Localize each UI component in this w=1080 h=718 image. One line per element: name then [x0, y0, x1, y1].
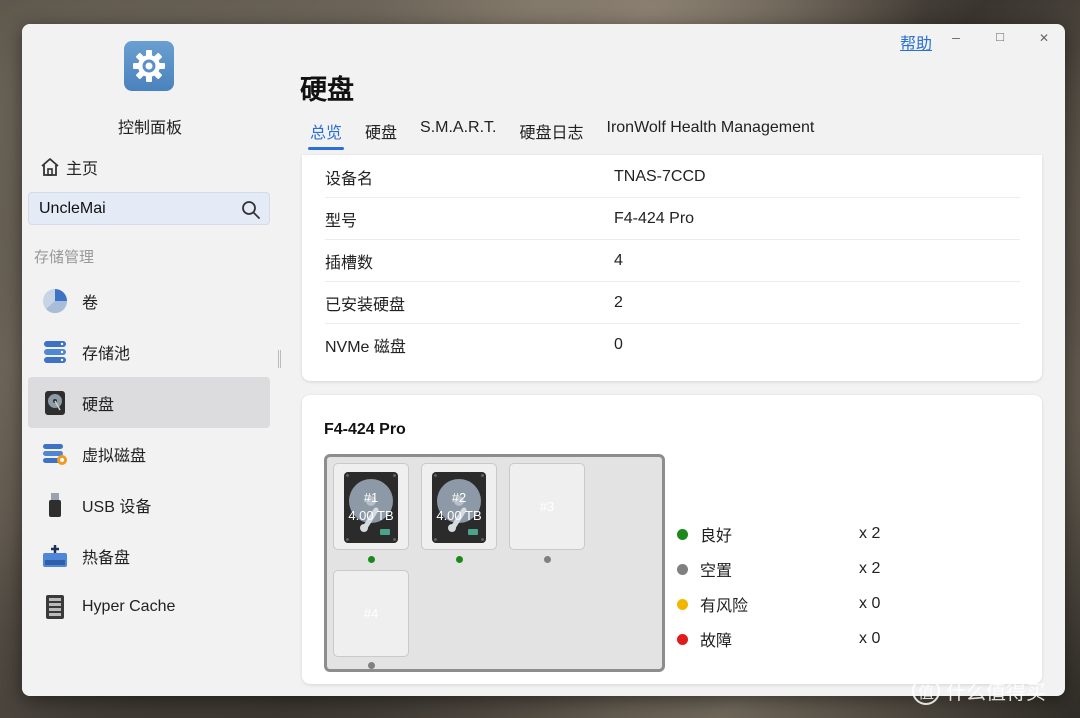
- info-key: 设备名: [325, 170, 374, 188]
- sidebar-item-usb[interactable]: USB 设备: [28, 479, 270, 530]
- database-icon: [42, 339, 68, 365]
- legend-at-risk: 有风险 x 0: [677, 593, 897, 615]
- bay-1-status-dot: [368, 556, 375, 563]
- watermark-logo-icon: 值: [912, 676, 940, 705]
- info-key: 已安装硬盘: [325, 296, 406, 314]
- sidebar-item-label: 卷: [82, 294, 99, 312]
- tab-bar: 总览 硬盘 S.M.A.R.T. 硬盘日志 IronWolf Health Ma…: [307, 119, 837, 150]
- device-info-card: 设备名 TNAS-7CCD 型号 F4-424 Pro 插槽数 4 已安装硬盘 …: [302, 155, 1042, 381]
- tab-smart[interactable]: S.M.A.R.T.: [420, 119, 496, 150]
- disk-size: 4.00 TB: [436, 508, 482, 523]
- legend-label: 有风险: [700, 598, 749, 615]
- info-key: NVMe 磁盘: [325, 339, 406, 356]
- tab-overview[interactable]: 总览: [307, 119, 345, 150]
- info-value: 0: [614, 336, 623, 353]
- sidebar-item-hyper-cache[interactable]: Hyper Cache: [28, 581, 270, 632]
- legend-label: 故障: [700, 633, 733, 650]
- legend-label: 空置: [700, 563, 733, 580]
- ssd-icon: [42, 594, 68, 620]
- search-value: UncleMai: [39, 199, 106, 217]
- info-row-model: 型号 F4-424 Pro: [325, 198, 1020, 240]
- bay-3-status-dot: [544, 556, 551, 563]
- info-value: 2: [614, 293, 623, 311]
- red-dot-icon: [677, 633, 688, 645]
- control-panel-window: 控制面板 主页 UncleMai 存储管理 卷 存储池 硬盘 虚拟磁盘 USB …: [22, 24, 1065, 696]
- bay-number: #3: [539, 499, 555, 514]
- search-input[interactable]: UncleMai: [28, 192, 270, 225]
- control-panel-gear-icon: [124, 41, 174, 91]
- nas-chassis: #1 4.00 TB #2 4.00 TB #3 #4: [324, 454, 665, 672]
- sidebar-item-hard-disk[interactable]: 硬盘: [28, 377, 270, 428]
- sidebar-item-label: 硬盘: [82, 396, 115, 414]
- home-icon: [41, 158, 59, 176]
- sidebar-item-volume[interactable]: 卷: [28, 275, 270, 326]
- info-value: TNAS-7CCD: [614, 167, 706, 185]
- gray-dot-icon: [677, 563, 688, 575]
- sidebar-item-home[interactable]: 主页: [40, 155, 98, 179]
- pie-chart-icon: [42, 288, 68, 314]
- sidebar-item-label: 热备盘: [82, 549, 131, 567]
- bay-number: #1: [363, 490, 379, 505]
- legend-count: x 0: [859, 595, 881, 612]
- info-value: 4: [614, 251, 623, 269]
- sidebar-item-label: 存储池: [82, 345, 131, 363]
- legend-count: x 2: [859, 560, 881, 577]
- hard-disk-icon: [42, 390, 68, 416]
- sidebar-item-virtual-disk[interactable]: 虚拟磁盘: [28, 428, 270, 479]
- info-row-nvme: NVMe 磁盘 0: [325, 324, 1020, 366]
- info-row-installed-disks: 已安装硬盘 2: [325, 282, 1020, 324]
- green-dot-icon: [677, 528, 688, 540]
- watermark: 值 什么值得买: [912, 676, 1046, 705]
- legend-count: x 0: [859, 630, 881, 647]
- app-title: 控制面板: [117, 120, 182, 137]
- bay-2-status-dot: [456, 556, 463, 563]
- sidebar-item-label: USB 设备: [82, 498, 152, 516]
- storage-nav: 卷 存储池 硬盘 虚拟磁盘 USB 设备 热备盘 Hyper Cache: [28, 275, 270, 632]
- tab-disk-log[interactable]: 硬盘日志: [519, 119, 583, 150]
- sidebar-item-storage-pool[interactable]: 存储池: [28, 326, 270, 377]
- maximize-button[interactable]: □: [990, 29, 1010, 44]
- hot-spare-icon: [42, 543, 68, 569]
- bay-number: #4: [363, 606, 379, 621]
- legend-good: 良好 x 2: [677, 523, 897, 545]
- page-title: 硬盘: [300, 75, 354, 105]
- bay-number: #2: [451, 490, 467, 505]
- disk-bay-3[interactable]: #3: [509, 463, 585, 550]
- help-link[interactable]: 帮助: [900, 30, 932, 54]
- info-key: 插槽数: [325, 254, 374, 272]
- legend-label: 良好: [700, 528, 733, 545]
- sidebar-item-hot-spare[interactable]: 热备盘: [28, 530, 270, 581]
- disk-bay-1[interactable]: #1 4.00 TB: [333, 463, 409, 550]
- virtual-disk-icon: [42, 441, 68, 467]
- section-title-storage: 存储管理: [34, 249, 95, 266]
- usb-icon: [42, 492, 68, 518]
- enclosure-model-title: F4-424 Pro: [324, 421, 406, 438]
- home-label: 主页: [66, 161, 99, 178]
- close-button[interactable]: ✕: [1034, 31, 1054, 45]
- minimize-button[interactable]: –: [946, 29, 966, 45]
- tab-ironwolf-health[interactable]: IronWolf Health Management: [607, 119, 815, 150]
- info-key: 型号: [325, 212, 358, 230]
- legend-empty: 空置 x 2: [677, 558, 897, 580]
- info-row-slots: 插槽数 4: [325, 240, 1020, 282]
- bay-4-status-dot: [368, 662, 375, 669]
- sidebar-item-label: 虚拟磁盘: [82, 447, 147, 465]
- watermark-text: 什么值得买: [946, 682, 1046, 704]
- sidebar-resize-handle[interactable]: [278, 350, 281, 368]
- info-value: F4-424 Pro: [614, 209, 695, 227]
- disk-bay-4[interactable]: #4: [333, 570, 409, 657]
- disk-bay-2[interactable]: #2 4.00 TB: [421, 463, 497, 550]
- info-row-device-name: 设备名 TNAS-7CCD: [325, 156, 1020, 198]
- sidebar-item-label: Hyper Cache: [82, 597, 176, 615]
- yellow-dot-icon: [677, 598, 688, 610]
- sidebar: 控制面板 主页 UncleMai 存储管理 卷 存储池 硬盘 虚拟磁盘 USB …: [22, 24, 281, 696]
- disk-size: 4.00 TB: [348, 508, 394, 523]
- legend-count: x 2: [859, 525, 881, 542]
- enclosure-card: F4-424 Pro #1 4.00 TB #2 4.00 TB #3 #4 良…: [302, 395, 1042, 684]
- legend-failed: 故障 x 0: [677, 628, 897, 650]
- tab-hard-disk[interactable]: 硬盘: [365, 119, 397, 150]
- search-icon[interactable]: [241, 200, 261, 220]
